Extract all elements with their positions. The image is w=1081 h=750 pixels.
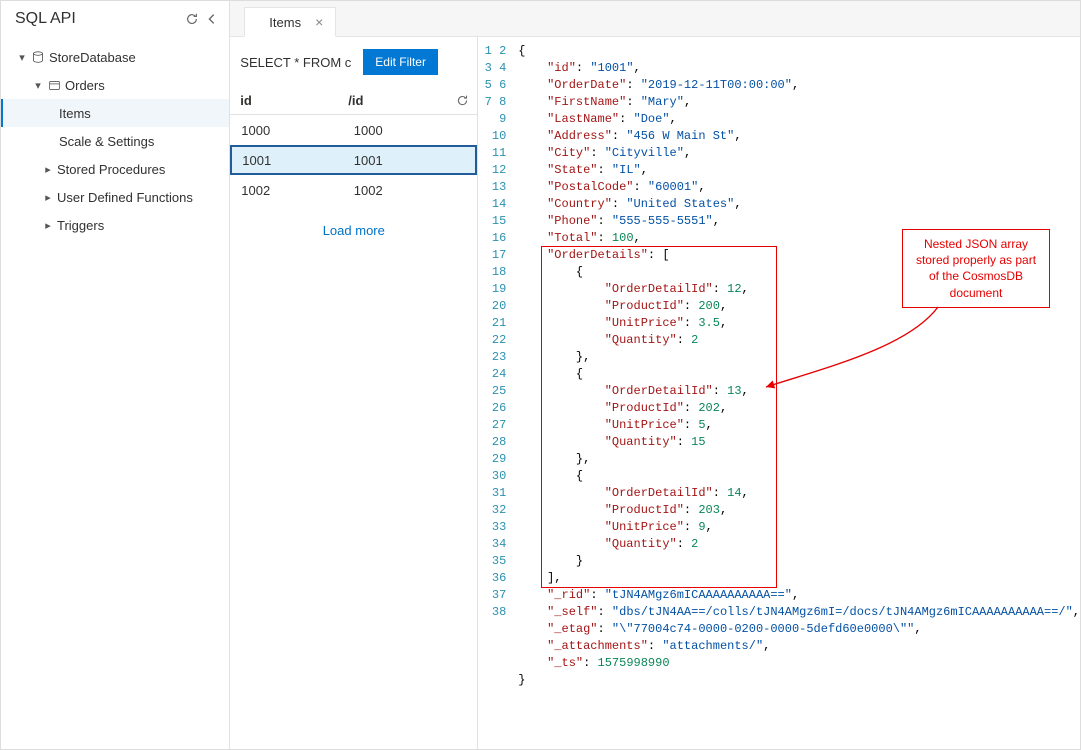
tree-node-items[interactable]: Items: [1, 99, 229, 127]
database-icon: [29, 50, 47, 64]
json-editor[interactable]: 1 2 3 4 5 6 7 8 9 10 11 12 13 14 15 16 1…: [478, 37, 1080, 749]
annotation-callout: Nested JSON array stored properly as par…: [902, 229, 1050, 308]
container-icon: [45, 79, 63, 92]
query-text: SELECT * FROM c: [240, 55, 351, 70]
tree-node-udf[interactable]: ▸ User Defined Functions: [1, 183, 229, 211]
col-partition: /id: [348, 93, 456, 108]
caret-right-icon: ▸: [41, 163, 55, 176]
tree-node-triggers[interactable]: ▸ Triggers: [1, 211, 229, 239]
list-item[interactable]: 1000 1000: [230, 115, 477, 145]
cell-id: 1002: [241, 183, 354, 198]
col-id: id: [240, 93, 348, 108]
cell-pid: 1001: [354, 153, 466, 168]
tree-node-scale-settings[interactable]: Scale & Settings: [1, 127, 229, 155]
cell-id: 1001: [242, 153, 354, 168]
resource-tree: ▾ StoreDatabase ▾ Orders Items Scale & S…: [1, 37, 229, 239]
caret-down-icon: ▾: [31, 79, 45, 92]
tree-node-container[interactable]: ▾ Orders: [1, 71, 229, 99]
list-header: id /id: [230, 87, 477, 115]
caret-down-icon: ▾: [15, 51, 29, 64]
tree-label: Scale & Settings: [57, 134, 154, 149]
refresh-icon[interactable]: [185, 12, 199, 26]
tree-label: Triggers: [55, 218, 104, 233]
tree-label: StoreDatabase: [47, 50, 136, 65]
collapse-icon[interactable]: [205, 12, 219, 26]
caret-right-icon: ▸: [41, 191, 55, 204]
main-content: Items × SELECT * FROM c Edit Filter id /…: [230, 1, 1080, 749]
caret-right-icon: ▸: [41, 219, 55, 232]
tree-label: Stored Procedures: [55, 162, 165, 177]
list-item[interactable]: 1002 1002: [230, 175, 477, 205]
tab-label: Items: [269, 15, 301, 30]
refresh-icon[interactable]: [456, 94, 469, 107]
code-area[interactable]: { "id": "1001", "OrderDate": "2019-12-11…: [512, 37, 1080, 749]
cell-pid: 1002: [354, 183, 467, 198]
list-item[interactable]: 1001 1001: [230, 145, 477, 175]
edit-filter-button[interactable]: Edit Filter: [363, 49, 438, 75]
close-icon[interactable]: ×: [315, 14, 323, 30]
api-title: SQL API: [15, 10, 76, 28]
tree-label: Items: [57, 106, 91, 121]
tree-label: Orders: [63, 78, 105, 93]
tab-items[interactable]: Items ×: [244, 7, 336, 37]
cell-pid: 1000: [354, 123, 467, 138]
tab-bar: Items ×: [230, 1, 1080, 37]
cell-id: 1000: [241, 123, 354, 138]
annotation-text: Nested JSON array stored properly as par…: [916, 237, 1036, 300]
document-list-pane: SELECT * FROM c Edit Filter id /id 1000 …: [230, 37, 478, 749]
line-gutter: 1 2 3 4 5 6 7 8 9 10 11 12 13 14 15 16 1…: [478, 37, 512, 749]
sidebar-header: SQL API: [1, 1, 229, 37]
tree-node-stored-procedures[interactable]: ▸ Stored Procedures: [1, 155, 229, 183]
tree-node-database[interactable]: ▾ StoreDatabase: [1, 43, 229, 71]
sidebar: SQL API ▾ StoreDatabase ▾: [1, 1, 230, 749]
tree-label: User Defined Functions: [55, 190, 193, 205]
load-more-link[interactable]: Load more: [230, 205, 477, 256]
